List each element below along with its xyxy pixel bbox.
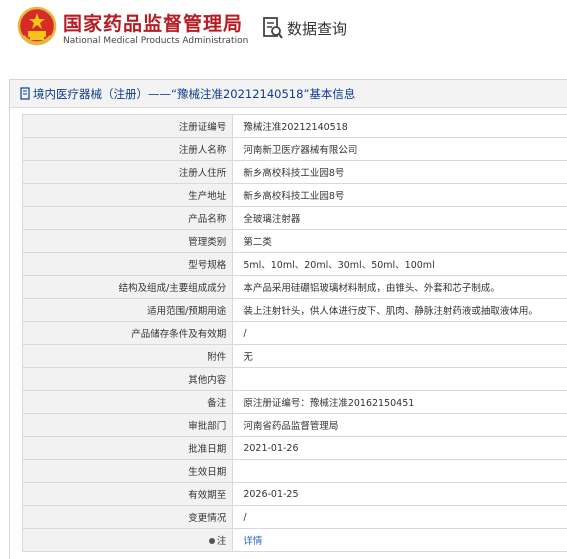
field-value: 全玻璃注射器 <box>233 207 567 230</box>
data-query-link[interactable]: 数据查询 <box>262 14 347 42</box>
table-row: 结构及组成/主要组成成分本产品采用硅硼铝玻璃材料制成，由锥头、外套和芯子制成。 <box>23 276 567 299</box>
info-dot-icon <box>209 538 215 544</box>
field-value: 无 <box>233 345 567 368</box>
table-row: 型号规格5ml、10ml、20ml、30ml、50ml、100ml <box>23 253 567 276</box>
field-label: 审批部门 <box>23 414 233 437</box>
field-value: 本产品采用硅硼铝玻璃材料制成，由锥头、外套和芯子制成。 <box>233 276 567 299</box>
detail-panel: 境内医疗器械（注册）——“豫械注准20212140518”基本信息 注册证编号豫… <box>9 79 567 559</box>
field-label: 注册人名称 <box>23 138 233 161</box>
table-row: 有效期至2026-01-25 <box>23 483 567 506</box>
field-label: 注册人住所 <box>23 161 233 184</box>
panel-header: 境内医疗器械（注册）——“豫械注准20212140518”基本信息 <box>10 80 567 108</box>
table-row: 生效日期 <box>23 460 567 483</box>
field-value <box>233 368 567 391</box>
table-row: 审批部门河南省药品监督管理局 <box>23 414 567 437</box>
table-row: 附件无 <box>23 345 567 368</box>
field-value: 2026-01-25 <box>233 483 567 506</box>
table-row: 管理类别第二类 <box>23 230 567 253</box>
field-value <box>233 460 567 483</box>
field-value: 第二类 <box>233 230 567 253</box>
field-label: 适用范围/预期用途 <box>23 299 233 322</box>
field-value: 豫械注准20212140518 <box>233 115 567 138</box>
table-row: 产品储存条件及有效期/ <box>23 322 567 345</box>
field-label: 管理类别 <box>23 230 233 253</box>
field-value: 新乡高校科技工业园8号 <box>233 161 567 184</box>
table-row: 生产地址新乡高校科技工业园8号 <box>23 184 567 207</box>
field-value: / <box>233 506 567 529</box>
site-header: 国家药品监督管理局 National Medical Products Admi… <box>0 0 567 60</box>
field-value: 2021-01-26 <box>233 437 567 460</box>
table-row: 注册人住所新乡高校科技工业园8号 <box>23 161 567 184</box>
field-label: 附件 <box>23 345 233 368</box>
panel-title: 境内医疗器械（注册）——“豫械注准20212140518”基本信息 <box>33 86 355 102</box>
field-label: 产品名称 <box>23 207 233 230</box>
table-row: 适用范围/预期用途装上注射针头，供人体进行皮下、肌肉、静脉注射药液或抽取液体用。 <box>23 299 567 322</box>
field-label: 其他内容 <box>23 368 233 391</box>
agency-name-en: National Medical Products Administration <box>63 36 248 46</box>
document-icon <box>20 87 31 100</box>
field-label: 生产地址 <box>23 184 233 207</box>
data-query-icon <box>262 16 284 40</box>
table-row: 其他内容 <box>23 368 567 391</box>
national-emblem-icon <box>17 6 57 48</box>
field-label: 结构及组成/主要组成成分 <box>23 276 233 299</box>
field-label: 产品储存条件及有效期 <box>23 322 233 345</box>
note-label-cell: 注 <box>23 529 233 552</box>
field-label: 变更情况 <box>23 506 233 529</box>
field-label: 批准日期 <box>23 437 233 460</box>
field-value: 装上注射针头，供人体进行皮下、肌肉、静脉注射药液或抽取液体用。 <box>233 299 567 322</box>
table-row: 注册证编号豫械注准20212140518 <box>23 115 567 138</box>
field-value: 原注册证编号：豫械注准20162150451 <box>233 391 567 414</box>
info-table: 注册证编号豫械注准20212140518注册人名称河南新卫医疗器械有限公司注册人… <box>22 114 567 552</box>
table-row: 批准日期2021-01-26 <box>23 437 567 460</box>
table-row: 注 详情 <box>23 529 567 552</box>
table-row: 变更情况/ <box>23 506 567 529</box>
field-value: 新乡高校科技工业园8号 <box>233 184 567 207</box>
field-value: 5ml、10ml、20ml、30ml、50ml、100ml <box>233 253 567 276</box>
field-label: 型号规格 <box>23 253 233 276</box>
field-label: 备注 <box>23 391 233 414</box>
data-query-label: 数据查询 <box>287 18 347 39</box>
table-row: 产品名称全玻璃注射器 <box>23 207 567 230</box>
note-value-cell: 详情 <box>233 529 567 552</box>
field-value: / <box>233 322 567 345</box>
field-label: 生效日期 <box>23 460 233 483</box>
details-link[interactable]: 详情 <box>243 536 262 547</box>
table-row: 注册人名称河南新卫医疗器械有限公司 <box>23 138 567 161</box>
table-row: 备注原注册证编号：豫械注准20162150451 <box>23 391 567 414</box>
agency-name-cn: 国家药品监督管理局 <box>63 9 243 36</box>
field-value: 河南新卫医疗器械有限公司 <box>233 138 567 161</box>
field-value: 河南省药品监督管理局 <box>233 414 567 437</box>
field-label: 有效期至 <box>23 483 233 506</box>
note-label: 注 <box>217 536 227 547</box>
field-label: 注册证编号 <box>23 115 233 138</box>
